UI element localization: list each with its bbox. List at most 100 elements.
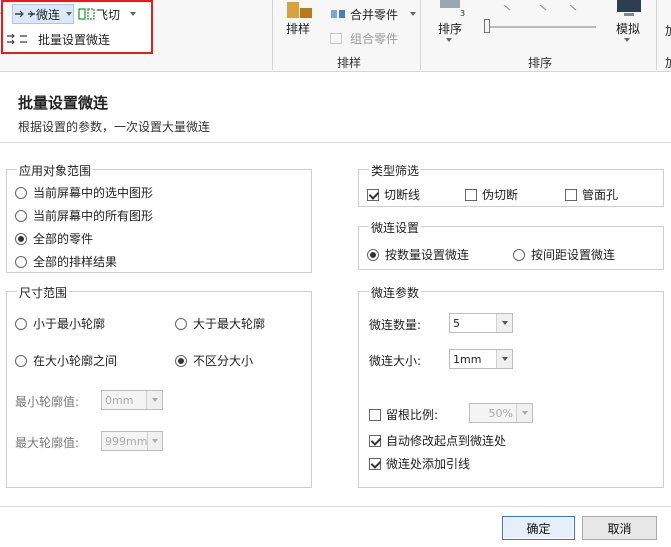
radio-button[interactable] xyxy=(175,317,187,330)
size-label: 微连大小: xyxy=(369,354,422,368)
ok-button[interactable]: 确定 xyxy=(502,516,575,540)
dialog-title: 批量设置微连 xyxy=(18,94,109,112)
dropdown-arrow[interactable] xyxy=(496,314,512,332)
simulate-label: 模拟 xyxy=(616,22,641,36)
size-option-smaller[interactable]: 小于最小轮廓 xyxy=(15,315,105,332)
option-label: 按数量设置微连 xyxy=(385,248,470,262)
radio-button[interactable] xyxy=(513,248,525,261)
size-option-larger[interactable]: 大于最大轮廓 xyxy=(175,315,265,332)
scope-option-selected-shapes[interactable]: 当前屏幕中的选中图形 xyxy=(15,184,153,201)
menu-item-batch-microconnect[interactable]: 批量设置微连 xyxy=(6,30,110,48)
checkbox[interactable] xyxy=(369,457,381,470)
microconnect-label: 微连 xyxy=(36,7,61,22)
option-label: 全部的零件 xyxy=(33,232,94,246)
type-filter-cut-line[interactable]: 切断线 xyxy=(367,186,420,203)
radio-button[interactable] xyxy=(15,186,27,199)
combine-icon xyxy=(330,32,342,44)
option-label: 当前屏幕中的选中图形 xyxy=(33,186,154,200)
min-contour-combo[interactable]: 0mm xyxy=(101,390,163,410)
cancel-button[interactable]: 取消 xyxy=(582,516,657,540)
radio-button[interactable] xyxy=(15,317,27,330)
dropdown-arrow[interactable] xyxy=(147,432,162,450)
microconnect-params-legend: 微连参数 xyxy=(369,284,422,301)
dropdown-arrow[interactable] xyxy=(146,391,162,409)
min-contour-label: 最小轮廓值: xyxy=(15,395,80,409)
checkbox[interactable] xyxy=(565,188,577,201)
radio-button[interactable] xyxy=(175,354,187,367)
type-filter-pseudo-cut[interactable]: 伪切断 xyxy=(465,186,518,203)
radio-button[interactable] xyxy=(15,354,27,367)
checkbox[interactable] xyxy=(369,434,381,447)
ribbon-separator xyxy=(656,0,657,70)
checkbox[interactable] xyxy=(369,408,381,421)
checkbox-label: 微连处添加引线 xyxy=(386,457,471,471)
flycut-button[interactable]: 飞切 xyxy=(78,4,137,24)
max-contour-combo[interactable]: 999mm xyxy=(101,431,163,451)
ribbon-toolbar: 切 微连 飞切 批量设置微连 xyxy=(0,0,671,72)
option-label: 在大小轮廓之间 xyxy=(33,354,118,368)
option-label: 大于最大轮廓 xyxy=(193,317,266,331)
size-combo[interactable]: 1mm xyxy=(449,349,513,369)
size-range-group: 尺寸范围 小于最小轮廓 大于最大轮廓 在大小轮廓之间 不区分大小 最小轮廓值: … xyxy=(6,284,312,488)
simulate-button[interactable]: 模拟 xyxy=(612,0,646,50)
footer-divider xyxy=(0,506,671,507)
dialog-subtitle: 根据设置的参数，一次设置大量微连 xyxy=(18,120,211,134)
dropdown-arrow[interactable] xyxy=(496,350,512,368)
count-combo[interactable]: 5 xyxy=(449,313,513,333)
scope-option-all-parts[interactable]: 全部的零件 xyxy=(15,230,93,247)
auto-modify-option[interactable]: 自动修改起点到微连处 xyxy=(369,432,506,449)
radio-button[interactable] xyxy=(367,248,379,261)
scope-option-all-shapes[interactable]: 当前屏幕中的所有图形 xyxy=(15,207,153,224)
nesting-button[interactable]: 排样 xyxy=(282,0,316,50)
sort-icon: 3 xyxy=(440,0,465,18)
merge-parts-button[interactable]: 合并零件 xyxy=(330,4,417,24)
radio-button[interactable] xyxy=(15,209,27,222)
chevron-down-icon xyxy=(65,12,72,16)
chevron-down-icon xyxy=(151,398,158,402)
radio-button[interactable] xyxy=(15,255,27,268)
dropdown-arrow[interactable] xyxy=(516,404,532,422)
size-option-between[interactable]: 在大小轮廓之间 xyxy=(15,352,117,369)
add-leadline-option[interactable]: 微连处添加引线 xyxy=(369,455,470,472)
microconnect-dropdown[interactable] xyxy=(63,4,74,24)
merge-icon xyxy=(331,10,345,18)
keep-ratio-combo[interactable]: 50% xyxy=(469,403,533,423)
sort-button[interactable]: 3 排序 xyxy=(434,0,468,50)
type-filter-legend: 类型筛选 xyxy=(369,162,422,179)
sort-slider-thumb[interactable] xyxy=(484,19,490,33)
chevron-down-icon xyxy=(130,12,137,16)
menu-item-label: 批量设置微连 xyxy=(38,32,111,47)
combine-parts-label: 组合零件 xyxy=(350,31,399,46)
microconnect-setting-group: 微连设置 按数量设置微连 按间距设置微连 xyxy=(358,219,664,270)
size-option-any[interactable]: 不区分大小 xyxy=(175,352,253,369)
flycut-label: 飞切 xyxy=(96,7,121,22)
option-label: 按间距设置微连 xyxy=(531,248,616,262)
chevron-down-icon xyxy=(624,38,630,42)
checkbox[interactable] xyxy=(367,188,379,201)
setting-by-spacing[interactable]: 按间距设置微连 xyxy=(513,246,615,263)
popup-menu: 批量设置微连 xyxy=(4,28,150,50)
group-label-nesting: 排样 xyxy=(337,56,362,70)
scope-option-all-nesting[interactable]: 全部的排样结果 xyxy=(15,253,117,270)
radio-button[interactable] xyxy=(15,232,27,245)
type-filter-tube-hole[interactable]: 管面孔 xyxy=(565,186,618,203)
chevron-down-icon xyxy=(501,357,508,361)
option-label: 小于最小轮廓 xyxy=(33,317,106,331)
setting-by-count[interactable]: 按数量设置微连 xyxy=(367,246,469,263)
keep-ratio-option[interactable]: 留根比例: xyxy=(369,406,438,423)
combine-parts-button[interactable]: 组合零件 xyxy=(330,28,398,48)
batch-microconnect-icon xyxy=(7,33,27,45)
chevron-down-icon xyxy=(521,411,528,415)
microconnect-params-group: 微连参数 微连数量: 5 微连大小: 1mm 留根比例: 50% 自动修改起点到… xyxy=(358,284,664,488)
checkbox-label: 伪切断 xyxy=(482,188,519,202)
scope-legend: 应用对象范围 xyxy=(17,162,94,179)
checkbox[interactable] xyxy=(465,188,477,201)
combo-value: 5 xyxy=(453,316,460,330)
combo-value: 1mm xyxy=(453,352,482,366)
microconnect-setting-legend: 微连设置 xyxy=(369,219,422,236)
chevron-down-icon xyxy=(410,12,417,16)
ribbon-separator xyxy=(420,0,421,70)
type-filter-group: 类型筛选 切断线 伪切断 管面孔 xyxy=(358,162,664,207)
nesting-label: 排样 xyxy=(286,22,311,36)
slider-arrows xyxy=(500,0,590,11)
